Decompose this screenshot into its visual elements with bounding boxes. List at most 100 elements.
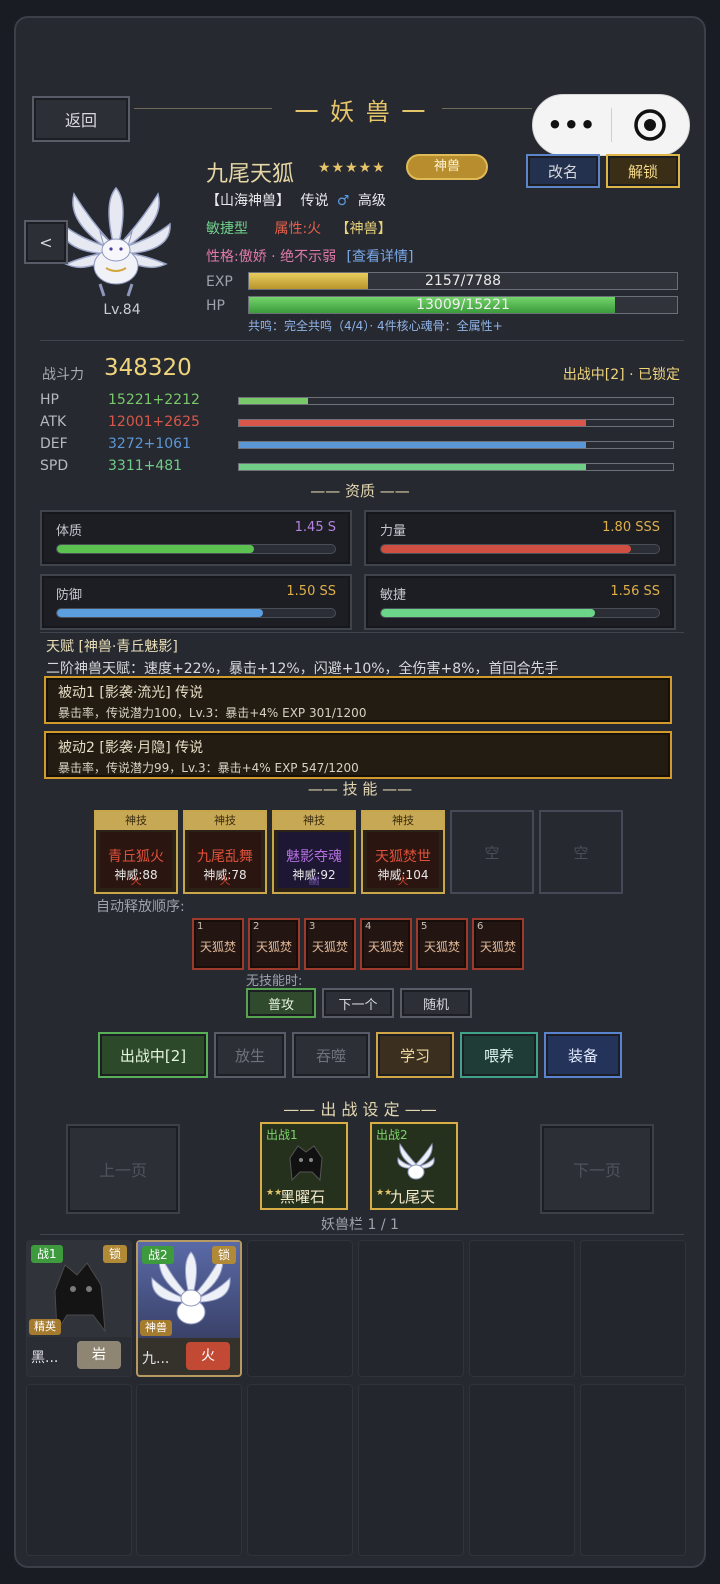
skill-slot-3[interactable]: 神技 魅影夺魂 神威:92 幽: [272, 810, 356, 894]
app-window: 返回 一 妖 兽 一 ••• < Lv.84 九尾天狐 ★★★★★ 神兽 改名 …: [14, 16, 706, 1568]
fallback-random-button[interactable]: 随机: [400, 988, 472, 1018]
stat-value-atk: 12001+2625: [108, 414, 200, 430]
skill-inner: 青丘狐火 神威:88 火: [100, 832, 172, 888]
inventory-cell-empty[interactable]: [136, 1384, 242, 1556]
more-options-icon[interactable]: •••: [533, 111, 611, 139]
skill-tag: 神技: [96, 812, 176, 830]
aptitude-title: —— 资质 ——: [310, 482, 410, 500]
passive-skill-1[interactable]: 被动1 [影袭·流光] 传说 暴击率，传说潜力100，Lv.3：暴击+4% EX…: [44, 676, 672, 724]
inventory-cell-empty[interactable]: [247, 1384, 353, 1556]
aptitude-bar: [56, 544, 336, 554]
aptitude-card-agility: 敏捷 1.56 SS: [364, 574, 676, 630]
battle-slot-1[interactable]: 出战1 ★★ 黑曜石: [260, 1122, 348, 1210]
pet-portrait: [56, 184, 176, 302]
skill-slot-empty-5[interactable]: 空: [450, 810, 534, 894]
stat-name-hp: HP: [40, 392, 59, 408]
hp-text: 13009/15221: [416, 297, 510, 313]
battle-tag: 战2: [142, 1246, 174, 1264]
prev-page-button[interactable]: 上一页: [66, 1124, 180, 1214]
skill-name: 九尾乱舞: [197, 849, 253, 865]
auto-order-label: 自动释放顺序:: [96, 899, 185, 915]
skill-element: 幽: [308, 874, 320, 887]
pet-info-line3: 性格:傲娇 · 绝不示弱 [查看详情]: [206, 246, 413, 266]
back-button[interactable]: 返回: [32, 96, 130, 142]
talent-desc: 二阶神兽天赋：速度+22%，暴击+12%，闪避+10%，全伤害+8%，首回合先手: [46, 661, 559, 677]
bag-label: 妖兽栏 1 / 1: [321, 1217, 399, 1233]
skill-slot-2[interactable]: 神技 九尾乱舞 神威:78 火: [183, 810, 267, 894]
skill-name: 魅影夺魂: [286, 849, 342, 865]
stat-name-atk: ATK: [40, 414, 67, 430]
inventory-cell-empty[interactable]: [580, 1240, 686, 1377]
pet-level: Lv.84: [103, 302, 141, 318]
order-slot-2[interactable]: 2 天狐焚: [248, 918, 300, 970]
aptitude-bar-fill: [381, 545, 632, 553]
nine-tail-fox-icon: [397, 1142, 435, 1180]
next-page-button[interactable]: 下一页: [540, 1124, 654, 1214]
skills-title: —— 技 能 ——: [307, 780, 413, 798]
inventory-cell-empty[interactable]: [26, 1384, 132, 1556]
in-battle-button[interactable]: 出战中[2]: [98, 1032, 208, 1078]
miniprogram-capsule: •••: [532, 94, 690, 156]
stat-bar-spd: [238, 463, 674, 471]
battle-setting-title: —— 出 战 设 定 ——: [283, 1100, 437, 1119]
skill-name: 青丘狐火: [108, 849, 164, 865]
passive-desc: 暴击率，传说潜力100，Lv.3：暴击+4% EXP 301/1200: [58, 706, 367, 720]
order-num: 1: [197, 921, 204, 932]
rename-button[interactable]: 改名: [526, 154, 600, 188]
stat-bar-hp: [238, 397, 674, 405]
empty-slot-label: 空: [573, 844, 589, 862]
inventory-cell-2[interactable]: 战2 锁 神兽 九... 火: [136, 1240, 242, 1377]
order-slot-6[interactable]: 6 天狐焚: [472, 918, 524, 970]
battle-slot-2[interactable]: 出战2 ★★ 九尾天: [370, 1122, 458, 1210]
inventory-cell-empty[interactable]: [469, 1240, 575, 1377]
release-button[interactable]: 放生: [214, 1032, 286, 1078]
inventory-cell-empty[interactable]: [247, 1240, 353, 1377]
inventory-cell-empty[interactable]: [469, 1384, 575, 1556]
lock-tag: 锁: [102, 1245, 127, 1263]
male-icon: ♂: [336, 193, 350, 209]
skill-name: 天狐焚世: [375, 849, 431, 865]
pet-name: 九...: [142, 1351, 170, 1367]
pet-name: 黑...: [31, 1350, 59, 1366]
order-num: 6: [477, 921, 484, 932]
passive-skill-2[interactable]: 被动2 [影袭·月隐] 传说 暴击率，传说潜力99，Lv.3：暴击+4% EXP…: [44, 731, 672, 779]
skill-tag: 神技: [363, 812, 443, 830]
skill-tag: 神技: [274, 812, 354, 830]
inventory-cell-empty[interactable]: [358, 1384, 464, 1556]
element-badge: 火: [186, 1342, 230, 1370]
inventory-cell-empty[interactable]: [358, 1240, 464, 1377]
order-slot-1[interactable]: 1 天狐焚: [192, 918, 244, 970]
aptitude-value: 1.45 S: [294, 520, 336, 535]
order-slot-4[interactable]: 4 天狐焚: [360, 918, 412, 970]
exp-bar: 2157/7788: [248, 272, 678, 290]
inventory-cell-empty[interactable]: [580, 1384, 686, 1556]
aptitude-name: 体质: [56, 524, 83, 539]
battle-tag: 战1: [31, 1245, 63, 1263]
battle-slot-name: 黑曜石: [280, 1188, 326, 1206]
divider: [40, 340, 684, 341]
learn-button[interactable]: 学习: [376, 1032, 454, 1078]
fallback-normal-attack-button[interactable]: 普攻: [246, 988, 316, 1018]
detail-link[interactable]: [查看详情]: [347, 249, 414, 265]
skill-slot-1[interactable]: 神技 青丘狐火 神威:88 火: [94, 810, 178, 894]
battle-slot-name: 九尾天: [390, 1188, 436, 1206]
fallback-next-button[interactable]: 下一个: [322, 988, 394, 1018]
equip-button[interactable]: 装备: [544, 1032, 622, 1078]
unlock-button[interactable]: 解锁: [606, 154, 680, 188]
pet-info-line2: 敏捷型 属性:火 【神兽】: [206, 218, 392, 238]
feed-button[interactable]: 喂养: [460, 1032, 538, 1078]
skill-slot-empty-6[interactable]: 空: [539, 810, 623, 894]
pet-rarity: 传说: [300, 193, 329, 209]
order-skill: 天狐焚: [199, 940, 236, 954]
order-slot-5[interactable]: 5 天狐焚: [416, 918, 468, 970]
talent-title: 天赋 [神兽·青丘魅影]: [46, 639, 178, 655]
skill-slot-4[interactable]: 神技 天狐焚世 神威:104 火: [361, 810, 445, 894]
devour-button[interactable]: 吞噬: [292, 1032, 370, 1078]
order-slot-3[interactable]: 3 天狐焚: [304, 918, 356, 970]
pet-name: 九尾天狐: [206, 162, 295, 187]
close-target-icon[interactable]: [612, 108, 690, 142]
skill-element: 火: [397, 874, 409, 887]
no-skill-label: 无技能时:: [246, 974, 303, 989]
inventory-cell-1[interactable]: 战1 锁 精英 黑... 岩: [26, 1240, 132, 1377]
prev-pet-button[interactable]: <: [24, 220, 68, 264]
